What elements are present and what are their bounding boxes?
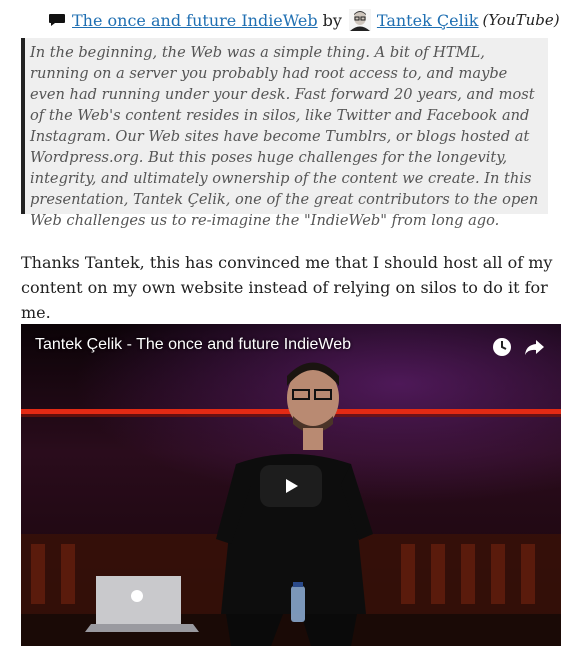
author-avatar [348, 9, 371, 31]
by-label: by [322, 10, 342, 30]
citation-line: The once and future IndieWeb by Tantek Ç… [48, 8, 560, 32]
speech-bubble-icon [49, 14, 65, 26]
clock-icon[interactable] [491, 336, 513, 358]
author-link[interactable]: Tantek Çelik [377, 11, 479, 30]
play-button[interactable] [260, 465, 322, 507]
video-title: Tantek Çelik - The once and future Indie… [35, 336, 352, 353]
quote-text: In the beginning, the Web was a simple t… [30, 44, 539, 229]
play-icon [286, 479, 298, 493]
comment-paragraph: Thanks Tantek, this has convinced me tha… [21, 253, 553, 322]
video-embed[interactable]: Tantek Çelik - The once and future Indie… [21, 324, 561, 646]
video-title-link[interactable]: The once and future IndieWeb [72, 11, 318, 30]
quote-block: In the beginning, the Web was a simple t… [21, 38, 548, 229]
share-icon[interactable] [523, 336, 545, 358]
source-label: (YouTube) [482, 11, 560, 29]
